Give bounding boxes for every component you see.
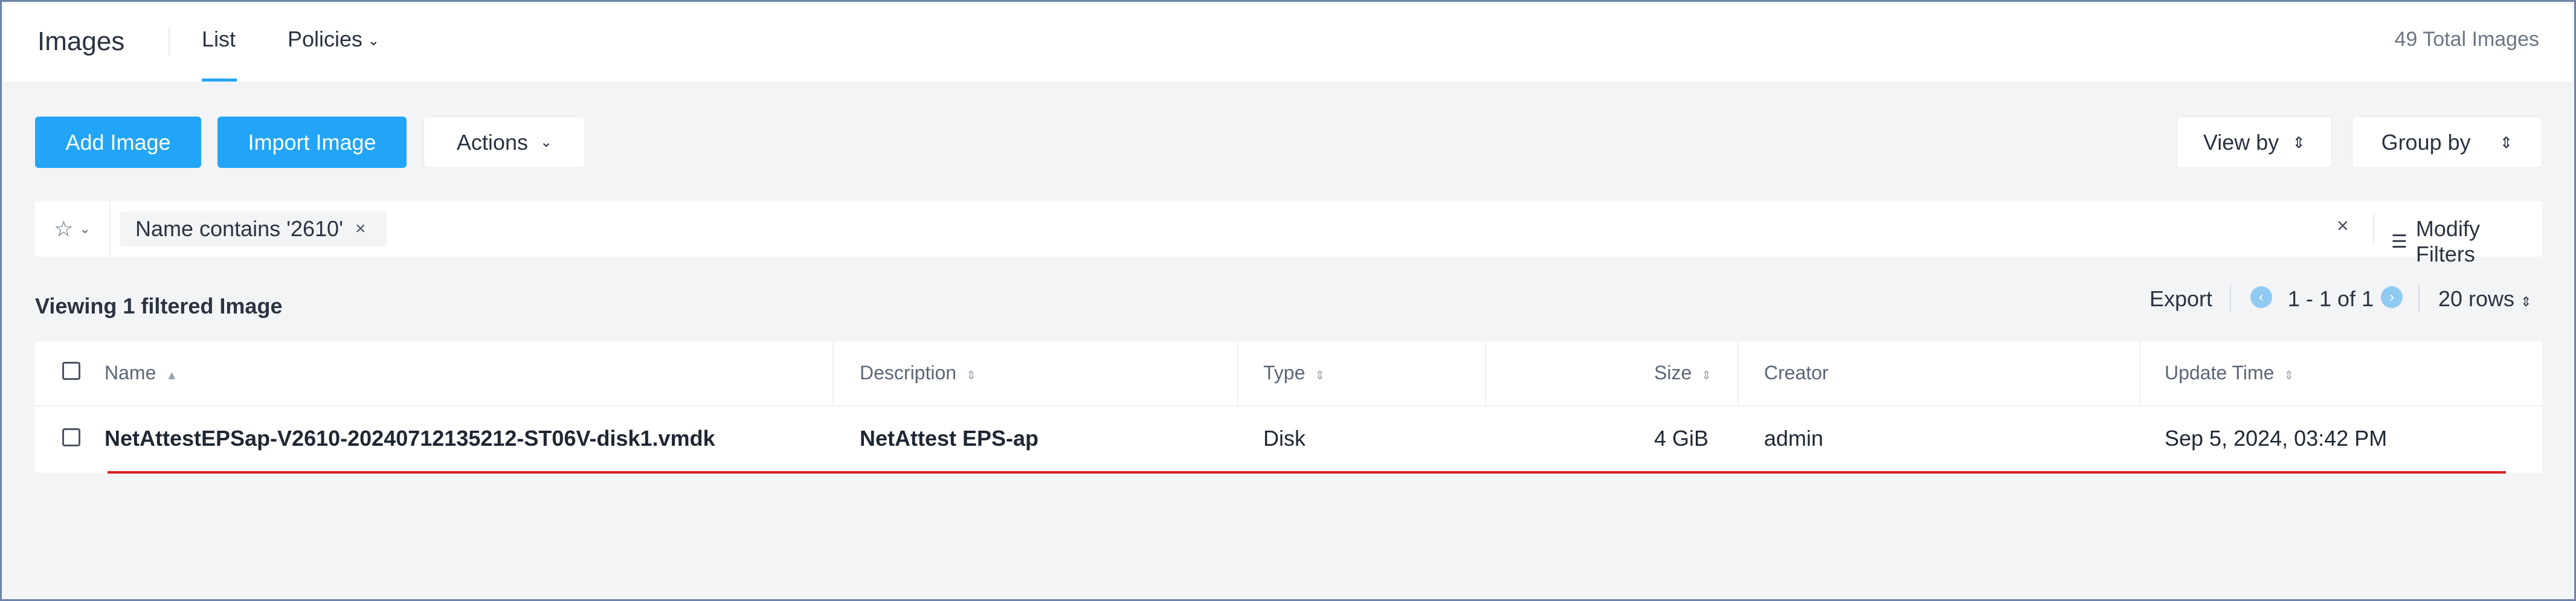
view-by-select[interactable]: View by ⇕ — [2177, 117, 2332, 168]
column-header-label: Name — [105, 362, 156, 384]
rows-per-page-select[interactable]: 20 rows ⇕ — [2438, 286, 2532, 312]
rows-per-page-label: 20 rows — [2438, 286, 2515, 311]
export-link[interactable]: Export — [2149, 286, 2212, 312]
sort-icon: ⇕ — [1701, 369, 1712, 382]
tab-policies-label: Policies — [288, 27, 363, 51]
filter-icon: ☰ — [2391, 231, 2407, 252]
view-by-label: View by — [2203, 129, 2279, 155]
chevron-left-icon[interactable]: ‹ — [2250, 286, 2272, 308]
column-divider — [832, 341, 834, 407]
column-divider — [1737, 341, 1739, 407]
modify-filters-label: Modify Filters — [2415, 216, 2480, 266]
clear-filters-icon[interactable]: × — [2337, 214, 2349, 238]
page-header: Images List Policies ⌄ 49 Total Images — [4, 4, 2572, 82]
sort-icon: ⇕ — [1315, 369, 1325, 382]
image-size: 4 GiB — [1654, 426, 1709, 451]
select-all-checkbox[interactable] — [62, 362, 80, 380]
column-divider — [1237, 341, 1238, 407]
image-creator: admin — [1764, 426, 1824, 451]
chevron-down-icon: ⌄ — [539, 134, 553, 150]
pagination-divider — [2230, 284, 2231, 312]
column-header-label: Type — [1263, 362, 1306, 384]
updown-icon: ⇕ — [2292, 133, 2306, 152]
column-header-update-time[interactable]: Update Time ⇕ — [2165, 362, 2294, 384]
filter-bar: ☆ ⌄ Name contains '2610' × × ☰ Modify Fil… — [35, 201, 2542, 266]
chevron-right-icon[interactable]: › — [2381, 286, 2403, 308]
total-images-count: 49 Total Images — [2394, 28, 2539, 51]
images-table: Name ▲ Description ⇕ Type ⇕ Size ⇕ Creator U… — [35, 341, 2542, 474]
actions-label: Actions — [456, 129, 528, 155]
updown-icon: ⇕ — [2520, 294, 2532, 309]
group-by-select[interactable]: Group by ⇕ — [2352, 117, 2542, 168]
column-divider — [2139, 341, 2140, 407]
column-divider — [1485, 341, 1486, 407]
image-description: NetAttest EPS-ap — [860, 426, 1039, 451]
active-tab-indicator — [202, 79, 237, 82]
star-icon: ☆ — [54, 216, 74, 241]
column-header-creator: Creator — [1764, 362, 1829, 384]
saved-filters-button[interactable]: ☆ ⌄ — [35, 201, 111, 257]
filter-chip-label: Name contains '2610' — [135, 216, 343, 241]
add-image-button[interactable]: Add Image — [35, 117, 201, 168]
sort-icon: ⇕ — [2284, 369, 2294, 382]
column-header-label: Update Time — [2165, 362, 2275, 384]
actions-dropdown[interactable]: Actions ⌄ — [423, 117, 585, 168]
filter-divider — [2373, 214, 2374, 243]
image-name-link[interactable]: NetAttestEPSap-V2610-20240712135212-ST06… — [105, 426, 715, 451]
pagination-divider — [2418, 284, 2420, 312]
group-by-label: Group by — [2381, 129, 2471, 155]
column-header-name[interactable]: Name ▲ — [105, 362, 178, 384]
modify-filters-button[interactable]: ☰ Modify Filters — [2391, 216, 2542, 267]
column-header-size[interactable]: Size ⇕ — [1654, 362, 1711, 384]
tab-list[interactable]: List — [202, 27, 236, 52]
viewing-count: Viewing 1 filtered Image — [35, 294, 283, 318]
sort-icon: ▲ — [166, 369, 178, 382]
filter-chip: Name contains '2610' × — [120, 211, 387, 246]
image-type: Disk — [1263, 426, 1306, 451]
column-header-label: Description — [860, 362, 957, 384]
page-title: Images — [37, 27, 125, 56]
chevron-down-icon: ⌄ — [367, 32, 380, 49]
column-header-description[interactable]: Description ⇕ — [860, 362, 976, 384]
column-header-type[interactable]: Type ⇕ — [1263, 362, 1325, 384]
chevron-down-icon: ⌄ — [79, 221, 91, 236]
updown-icon: ⇕ — [2499, 133, 2513, 152]
highlight-underline — [108, 471, 2506, 474]
app-frame: Images List Policies ⌄ 49 Total Images Ad… — [0, 0, 2576, 601]
header-divider — [169, 28, 170, 56]
sort-icon: ⇕ — [966, 369, 976, 382]
image-update-time: Sep 5, 2024, 03:42 PM — [2165, 426, 2388, 451]
tab-policies[interactable]: Policies ⌄ — [288, 27, 379, 52]
table-header: Name ▲ Description ⇕ Type ⇕ Size ⇕ Creator U… — [35, 341, 2542, 407]
import-image-button[interactable]: Import Image — [217, 117, 407, 168]
column-header-label: Size — [1654, 362, 1692, 384]
pagination-range: 1 - 1 of 1 — [2288, 286, 2374, 311]
row-checkbox[interactable] — [62, 428, 80, 446]
close-icon[interactable]: × — [355, 219, 366, 239]
